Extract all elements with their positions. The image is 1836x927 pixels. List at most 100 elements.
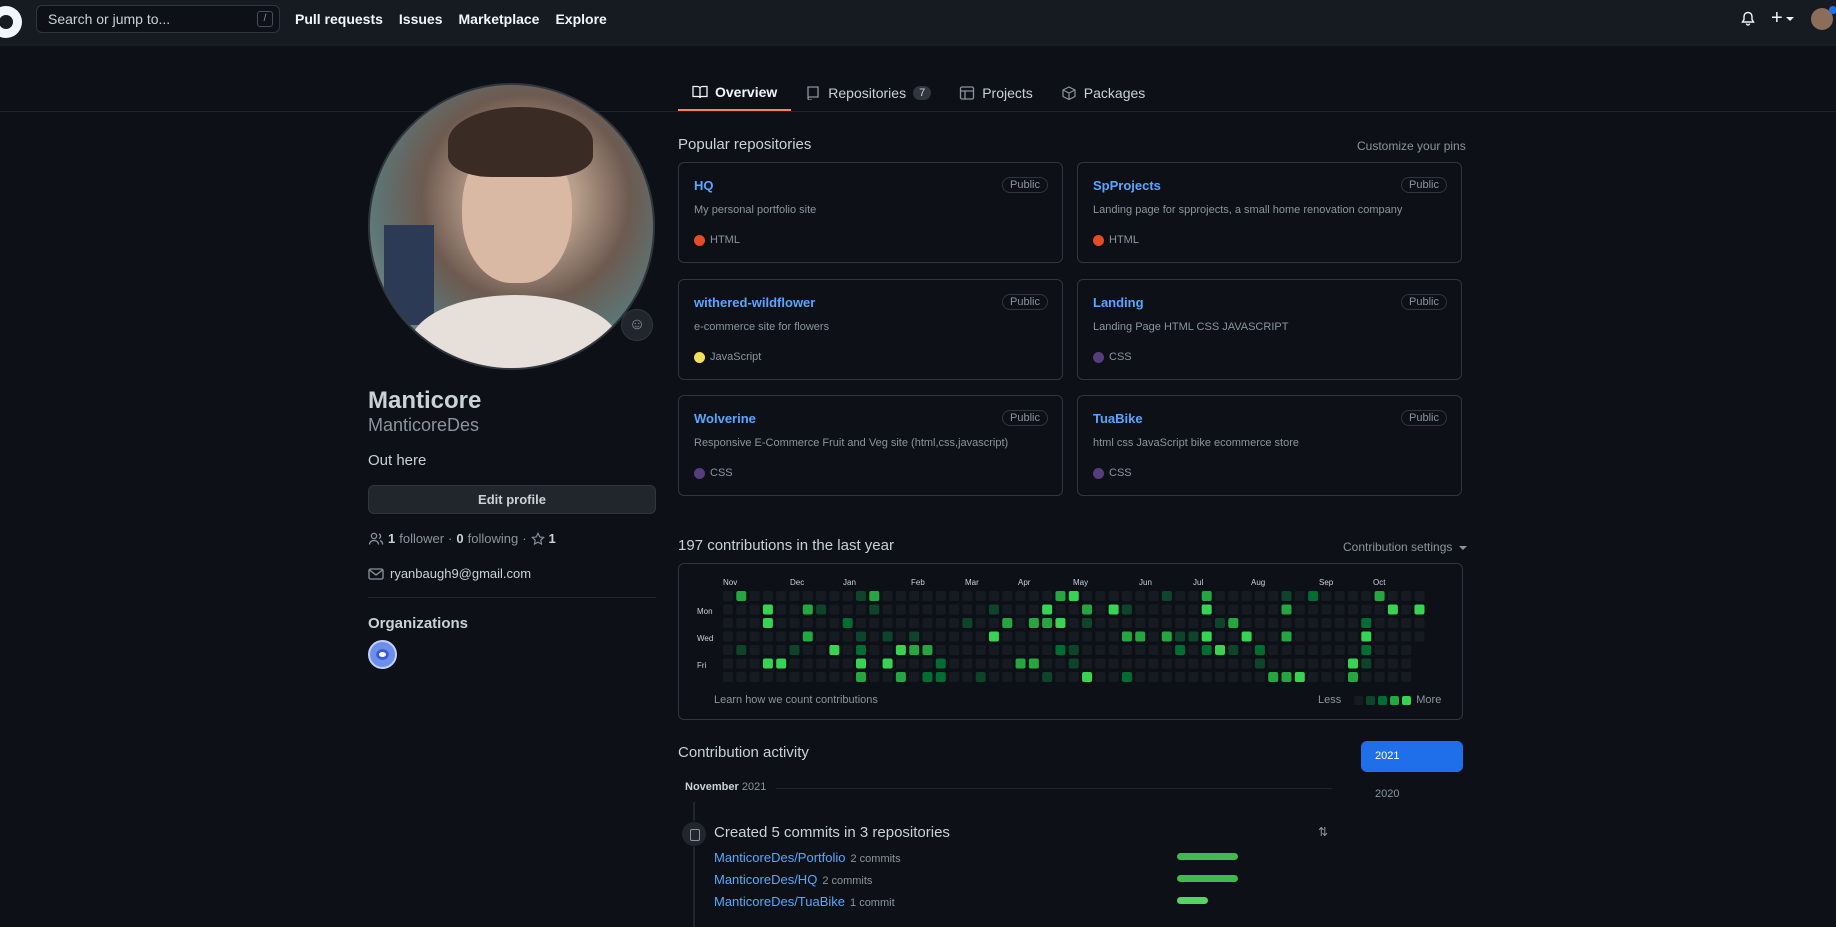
contribution-day[interactable] (789, 591, 800, 601)
contribution-day[interactable] (1254, 658, 1265, 669)
contribution-day[interactable] (1175, 591, 1186, 601)
contribution-day[interactable] (988, 645, 999, 655)
contribution-day[interactable] (1387, 631, 1398, 642)
contribution-day[interactable] (736, 672, 747, 682)
contribution-day[interactable] (1294, 618, 1305, 628)
contribution-day[interactable] (1201, 631, 1212, 642)
contribution-day[interactable] (1108, 672, 1119, 682)
contribution-day[interactable] (1028, 658, 1039, 669)
contribution-day[interactable] (1401, 658, 1412, 669)
contribution-day[interactable] (1068, 658, 1079, 669)
contribution-day[interactable] (909, 631, 920, 642)
contribution-day[interactable] (1002, 591, 1013, 601)
contribution-day[interactable] (816, 631, 827, 642)
contribution-day[interactable] (842, 645, 853, 655)
contribution-day[interactable] (1148, 618, 1159, 628)
repo-name-link[interactable]: Wolverine (694, 411, 756, 426)
contribution-day[interactable] (1334, 658, 1345, 669)
create-new-plus-icon[interactable]: + (1771, 7, 1794, 29)
customize-pins-link[interactable]: Customize your pins (1357, 139, 1466, 153)
contribution-day[interactable] (1042, 631, 1053, 642)
contribution-day[interactable] (922, 672, 933, 682)
contribution-day[interactable] (1082, 645, 1093, 655)
contribution-day[interactable] (882, 618, 893, 628)
contribution-day[interactable] (935, 645, 946, 655)
contribution-day[interactable] (988, 672, 999, 682)
organization-avatar[interactable] (368, 640, 397, 669)
contribution-day[interactable] (1414, 618, 1425, 628)
contribution-day[interactable] (1148, 604, 1159, 615)
contribution-day[interactable] (882, 658, 893, 669)
contribution-day[interactable] (1347, 604, 1358, 615)
nav-explore[interactable]: Explore (555, 11, 606, 27)
tab-projects[interactable]: Projects (945, 74, 1047, 111)
repo-name-link[interactable]: Landing (1093, 295, 1144, 310)
contribution-day[interactable] (949, 631, 960, 642)
contribution-day[interactable] (1374, 645, 1385, 655)
contribution-day[interactable] (749, 618, 760, 628)
contribution-day[interactable] (895, 618, 906, 628)
contribution-day[interactable] (988, 591, 999, 601)
contribution-day[interactable] (1347, 645, 1358, 655)
contribution-day[interactable] (842, 618, 853, 628)
contribution-day[interactable] (1082, 591, 1093, 601)
contribution-day[interactable] (988, 631, 999, 642)
contribution-day[interactable] (1374, 631, 1385, 642)
year-2020-link[interactable]: 2020 (1375, 788, 1399, 800)
contribution-day[interactable] (1228, 604, 1239, 615)
contribution-day[interactable] (1095, 591, 1106, 601)
contribution-day[interactable] (1268, 645, 1279, 655)
followers-count[interactable]: 1 (388, 531, 395, 546)
contribution-day[interactable] (1042, 658, 1053, 669)
contribution-day[interactable] (1095, 631, 1106, 642)
contribution-day[interactable] (1095, 618, 1106, 628)
contribution-day[interactable] (1215, 645, 1226, 655)
contribution-day[interactable] (723, 604, 733, 615)
contribution-day[interactable] (1308, 618, 1319, 628)
contribution-day[interactable] (816, 591, 827, 601)
contribution-day[interactable] (949, 604, 960, 615)
contribution-day[interactable] (1042, 618, 1053, 628)
contribution-day[interactable] (1374, 604, 1385, 615)
contribution-day[interactable] (1254, 645, 1265, 655)
contribution-day[interactable] (1161, 645, 1172, 655)
tab-overview[interactable]: Overview (678, 74, 792, 111)
contribution-day[interactable] (1401, 591, 1412, 601)
contribution-day[interactable] (1121, 618, 1132, 628)
contribution-day[interactable] (922, 604, 933, 615)
contribution-day[interactable] (1308, 645, 1319, 655)
contribution-day[interactable] (1068, 604, 1079, 615)
contribution-day[interactable] (762, 631, 773, 642)
contribution-day[interactable] (1015, 631, 1026, 642)
contribution-day[interactable] (909, 591, 920, 601)
contribution-day[interactable] (1148, 658, 1159, 669)
contribution-day[interactable] (1028, 604, 1039, 615)
contribution-day[interactable] (975, 591, 986, 601)
contribution-day[interactable] (1201, 658, 1212, 669)
set-status-smiley-icon[interactable]: ☺ (621, 309, 653, 341)
contribution-day[interactable] (1347, 618, 1358, 628)
contribution-day[interactable] (1374, 591, 1385, 601)
contribution-day[interactable] (1294, 604, 1305, 615)
contribution-day[interactable] (1121, 604, 1132, 615)
contribution-day[interactable] (1095, 672, 1106, 682)
contribution-day[interactable] (1401, 645, 1412, 655)
contribution-day[interactable] (1028, 672, 1039, 682)
contribution-day[interactable] (1254, 672, 1265, 682)
contribution-day[interactable] (802, 618, 813, 628)
contribution-day[interactable] (1361, 645, 1372, 655)
contribution-day[interactable] (1414, 631, 1425, 642)
contribution-day[interactable] (1334, 618, 1345, 628)
contribution-day[interactable] (816, 618, 827, 628)
contribution-day[interactable] (949, 672, 960, 682)
contribution-day[interactable] (1148, 645, 1159, 655)
contribution-day[interactable] (1161, 618, 1172, 628)
contribution-day[interactable] (855, 672, 866, 682)
contribution-day[interactable] (1228, 631, 1239, 642)
contribution-day[interactable] (1148, 672, 1159, 682)
contribution-day[interactable] (962, 591, 973, 601)
contribution-day[interactable] (1347, 658, 1358, 669)
contribution-day[interactable] (895, 645, 906, 655)
contribution-day[interactable] (855, 658, 866, 669)
contribution-day[interactable] (1294, 658, 1305, 669)
